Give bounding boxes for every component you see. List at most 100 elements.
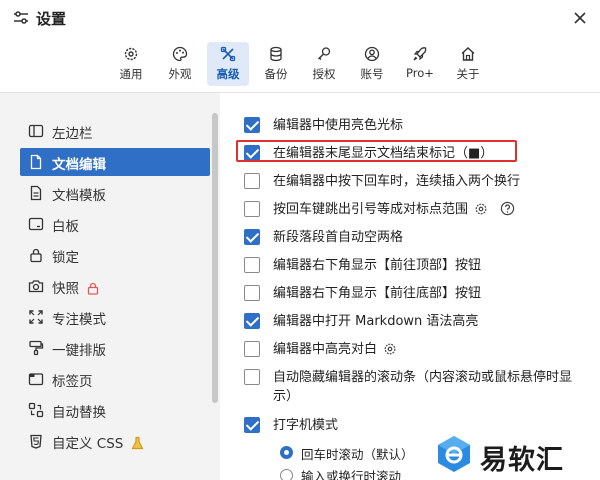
option-checkbox[interactable] [244, 257, 260, 273]
sidebar-item-whiteboard[interactable]: 白板 [20, 210, 210, 238]
option-end-marker: 在编辑器末尾显示文档结束标记（■） [244, 143, 584, 165]
help-icon[interactable] [500, 201, 515, 216]
option-checkbox[interactable] [244, 201, 260, 217]
option-bright-cursor: 编辑器中使用亮色光标 [244, 115, 584, 137]
user-icon [364, 46, 380, 62]
tab-pro[interactable]: Pro+ [400, 42, 440, 86]
sidebar-item-auto-replace[interactable]: 自动替换 [20, 396, 210, 424]
sidebar-item-label: 一键排版 [52, 343, 106, 359]
rocket-icon [413, 47, 427, 61]
format-brush-icon [29, 340, 44, 356]
home-icon [461, 47, 475, 61]
tools-icon [220, 46, 236, 62]
option-label-text: 按回车键跳出引号等成对标点范围 [273, 202, 469, 217]
template-icon [30, 185, 42, 201]
database-icon [270, 46, 282, 62]
option-checkbox[interactable] [244, 229, 260, 245]
sidebar-item-label: 白板 [52, 219, 79, 235]
option-label: 编辑器中打开 Markdown 语法高亮 [273, 314, 479, 329]
tab-advanced[interactable]: 高级 [207, 42, 249, 86]
custom-css-label-text: 自定义 CSS [52, 436, 124, 452]
option-markdown-highlight: 编辑器中打开 Markdown 语法高亮 [244, 311, 584, 333]
tab-label: 账号 [360, 67, 384, 81]
option-label: 编辑器右下角显示【前往底部】按钮 [273, 286, 482, 301]
radio-scroll-on-input[interactable] [280, 469, 293, 480]
sidebar-item-label: 自定义 CSS [52, 432, 144, 452]
tab-label: 关于 [456, 67, 480, 81]
settings-sidebar: 左边栏 文档编辑 文档模板 白板 锁定 快照 专注模式 一键排版 标签页 自动替… [0, 93, 220, 480]
sidebar-item-one-click-format[interactable]: 一键排版 [20, 334, 210, 362]
option-checkbox[interactable] [244, 369, 260, 385]
tab-license[interactable]: 授权 [304, 42, 344, 86]
sidebar-item-focus-mode[interactable]: 专注模式 [20, 303, 210, 331]
sidebar-item-label: 文档编辑 [52, 157, 106, 173]
option-checkbox[interactable] [244, 117, 260, 133]
sidebar-item-label: 专注模式 [52, 312, 106, 328]
option-label: 在编辑器中按下回车时，连续插入两个换行 [273, 174, 521, 189]
gear-icon[interactable] [474, 202, 488, 216]
sidebar-item-document-editing[interactable]: 文档编辑 [20, 148, 210, 176]
option-checkbox[interactable] [244, 341, 260, 357]
option-indent-paragraph: 新段落段首自动空两格 [244, 227, 584, 249]
camera-icon [28, 280, 44, 293]
window-title: 设置 [36, 10, 67, 28]
option-checkbox[interactable] [244, 285, 260, 301]
watermark-text: 易软汇 [480, 445, 564, 476]
option-checkbox[interactable] [244, 145, 260, 161]
option-label-text: 编辑器中高亮对白 [273, 342, 378, 357]
gear-icon [124, 47, 138, 61]
option-label: 编辑器中使用亮色光标 [273, 118, 404, 133]
gear-icon[interactable] [383, 342, 397, 356]
sidebar-scrollbar[interactable] [212, 113, 218, 403]
lock-badge-icon [87, 282, 99, 295]
option-label: 自动隐藏编辑器的滚动条（内容滚动或鼠标悬停时显示） [273, 370, 573, 404]
watermark-logo-icon [438, 436, 470, 472]
radio-label: 输入或换行时滚动 [301, 469, 402, 480]
sidebar-item-snapshot[interactable]: 快照 [20, 272, 210, 300]
sidebar-item-label: 快照 [52, 277, 99, 297]
tab-backup[interactable]: 备份 [256, 42, 296, 86]
option-double-newline: 在编辑器中按下回车时，连续插入两个换行 [244, 171, 584, 193]
whiteboard-icon [28, 217, 44, 231]
sidebar-item-label: 文档模板 [52, 188, 106, 204]
option-checkbox[interactable] [244, 173, 260, 189]
sidebar-icon [28, 124, 44, 138]
option-label: 按回车键跳出引号等成对标点范围 [273, 200, 515, 219]
sidebar-item-label: 自动替换 [52, 405, 106, 421]
key-icon [318, 47, 331, 60]
option-skip-quotes: 按回车键跳出引号等成对标点范围 [244, 199, 584, 221]
option-checkbox[interactable] [244, 417, 260, 433]
close-icon[interactable] [570, 8, 590, 28]
sidebar-item-custom-css[interactable]: 自定义 CSS [20, 427, 210, 455]
tab-label: 通用 [119, 67, 143, 81]
sidebar-item-tab-page[interactable]: 标签页 [20, 365, 210, 393]
option-autohide-scrollbar: 自动隐藏编辑器的滚动条（内容滚动或鼠标悬停时显示） [244, 367, 584, 407]
sidebar-item-left-sidebar[interactable]: 左边栏 [20, 117, 210, 145]
sidebar-item-label: 标签页 [52, 374, 93, 390]
watermark: 易软汇 [436, 432, 596, 476]
settings-tabs: 通用 外观 高级 备份 授权 账号 Pro+ 关于 [0, 40, 600, 88]
focus-icon [29, 310, 43, 324]
tab-label: 授权 [312, 67, 336, 81]
tab-label: Pro+ [406, 66, 434, 80]
radio-scroll-on-enter[interactable] [280, 446, 293, 459]
tab-general[interactable]: 通用 [111, 42, 151, 86]
sidebar-item-document-templates[interactable]: 文档模板 [20, 179, 210, 207]
title-bar: 设置 [0, 0, 600, 36]
tab-label: 备份 [264, 67, 288, 81]
option-label: 编辑器中高亮对白 [273, 340, 397, 359]
sidebar-item-lock[interactable]: 锁定 [20, 241, 210, 269]
radio-label: 回车时滚动（默认） [301, 447, 414, 462]
lock-icon [30, 248, 42, 263]
snapshot-label-text: 快照 [52, 281, 79, 297]
sidebar-item-label: 左边栏 [52, 126, 93, 142]
option-checkbox[interactable] [244, 313, 260, 329]
option-go-top-button: 编辑器右下角显示【前往顶部】按钮 [244, 255, 584, 277]
tab-about[interactable]: 关于 [448, 42, 488, 86]
option-go-bottom-button: 编辑器右下角显示【前往底部】按钮 [244, 283, 584, 305]
tab-label: 外观 [168, 67, 192, 81]
tab-account[interactable]: 账号 [352, 42, 392, 86]
replace-icon [28, 402, 44, 418]
tab-appearance[interactable]: 外观 [160, 42, 200, 86]
option-label: 编辑器右下角显示【前往顶部】按钮 [273, 258, 482, 273]
